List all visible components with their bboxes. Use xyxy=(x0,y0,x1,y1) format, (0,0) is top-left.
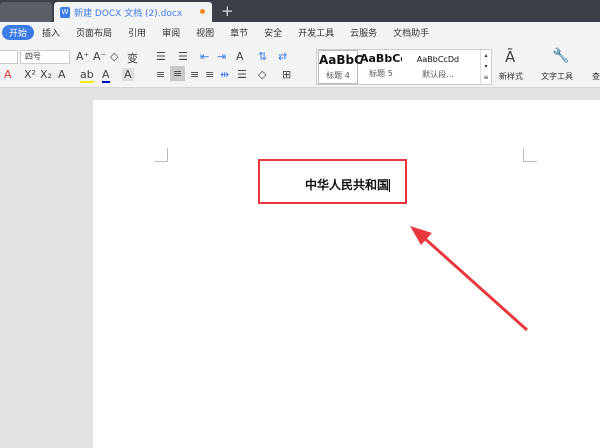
arrow-shaft xyxy=(420,234,529,332)
annotation-arrow xyxy=(410,226,529,332)
